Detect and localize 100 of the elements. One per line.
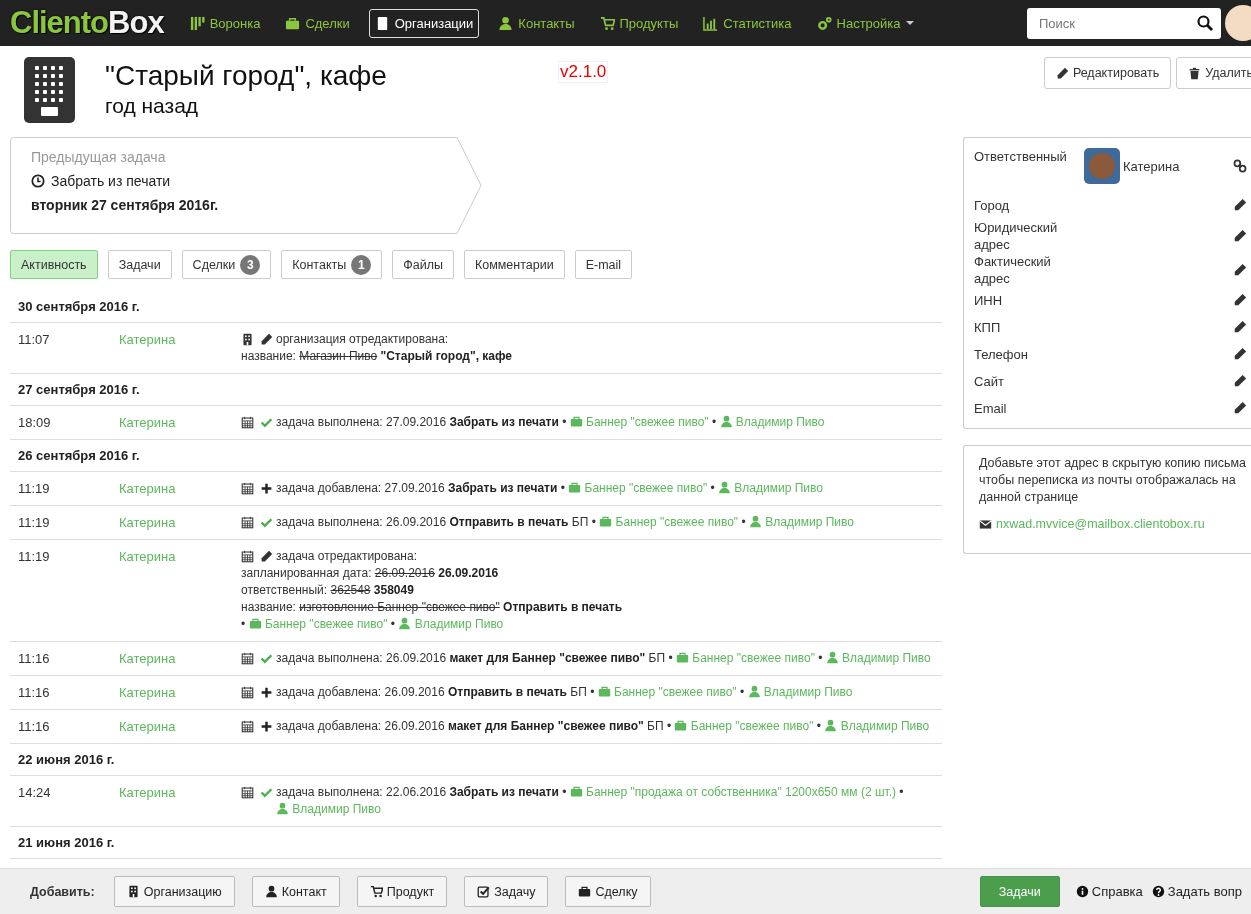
contact-link[interactable]: Владимир Пиво [749, 515, 854, 529]
field-value: Катерина [1123, 158, 1180, 174]
nav-item[interactable]: Продукты [593, 8, 685, 38]
briefcase-icon [597, 685, 611, 698]
calendar-icon [241, 482, 254, 495]
briefcase-icon [569, 785, 583, 798]
time-cell-text: 11:19 [18, 480, 51, 497]
logo[interactable]: ClientoBox [10, 5, 164, 41]
user-icon [276, 802, 289, 815]
tab[interactable]: Комментарии [463, 250, 565, 279]
nav-item[interactable]: Воронка [183, 8, 267, 38]
activity-text: задача выполнена: 27.09.2016 Забрать из печати • Баннер "свежее пиво" • Владимир Пиво [276, 414, 826, 431]
user-icon [825, 651, 839, 664]
activity-text: задача отредактирована: [276, 548, 418, 565]
tasks-button[interactable]: Задачи [979, 876, 1060, 907]
pencil-icon [1233, 198, 1247, 212]
add-label: Добавить: [30, 884, 95, 899]
add-button[interactable]: Задачу [464, 876, 549, 907]
pencil-icon [1233, 293, 1247, 307]
count-badge: 1 [351, 254, 372, 275]
time-cell-text: 11:16 [18, 718, 51, 735]
contact-link[interactable]: Владимир Пиво [276, 802, 381, 816]
user-icon [719, 415, 733, 428]
activity-text: задача добавлена: 26.09.2016 Отправить в печать БП • Баннер "свежее пиво" • Владимир Пиво [276, 684, 854, 701]
activity-text: название: Магазин Пиво "Старый город", кафе [241, 349, 513, 363]
tab[interactable]: E-mail [574, 250, 633, 279]
plus-icon [260, 482, 273, 495]
tab[interactable]: Сделки 3 [181, 250, 272, 279]
tab[interactable]: Задачи [107, 250, 172, 279]
tab[interactable]: Файлы [392, 250, 454, 279]
nav-item[interactable]: Сделки [279, 8, 356, 38]
search-field[interactable]: Поиск [1027, 7, 1221, 39]
bars-icon [189, 15, 205, 31]
user-icon [749, 515, 762, 528]
link-icon [1233, 159, 1247, 173]
user-link[interactable]: Катерина [119, 651, 176, 666]
contact-link[interactable]: Владимир Пиво [719, 415, 825, 429]
tab[interactable]: Контакты 1 [281, 250, 383, 279]
pencil-icon [1233, 401, 1247, 415]
add-button[interactable]: Контакт [251, 876, 340, 907]
card-heading: Предыдущая задача [31, 149, 167, 165]
calendar-icon [241, 686, 254, 699]
pencil-icon [1233, 374, 1247, 388]
nav-item[interactable]: Организации [368, 8, 480, 38]
user-icon [718, 481, 732, 494]
deal-link[interactable]: Баннер "свежее пиво" [599, 515, 739, 529]
field-label: ИНН [974, 292, 1004, 309]
nav-item[interactable]: Настройка [810, 8, 920, 38]
field-label: Email [974, 400, 1008, 417]
time-cell-text: 11:19 [18, 514, 51, 531]
add-button[interactable]: Организацию [113, 876, 235, 907]
avatar [1084, 148, 1120, 184]
date-heading: 30 сентября 2016 г. [18, 299, 140, 314]
time-cell-text: 14:24 [18, 784, 52, 802]
contact-link[interactable]: Владимир Пиво [825, 651, 931, 665]
deal-link[interactable]: Баннер "свежее пиво" [675, 651, 815, 665]
contact-link[interactable]: Владимир Пиво [398, 617, 504, 631]
date-heading: 21 июня 2016 г. [18, 835, 115, 850]
user-link[interactable]: Катерина [119, 549, 176, 564]
activity-text: • Баннер "свежее пиво" • Владимир Пиво [241, 617, 504, 631]
briefcase-icon [578, 885, 592, 898]
pencil-icon [1233, 228, 1247, 243]
check-icon [260, 416, 273, 429]
nav-item[interactable]: Контакты [492, 8, 581, 38]
field-label: Город [974, 197, 1011, 214]
deal-link[interactable]: Баннер "свежее пиво" [569, 415, 709, 429]
deal-link[interactable]: Баннер "свежее пиво" [568, 481, 708, 495]
avatar[interactable] [1225, 5, 1251, 41]
briefcase-icon [569, 415, 583, 428]
contact-link[interactable]: Владимир Пиво [718, 481, 823, 495]
user-link[interactable]: Катерина [119, 332, 176, 347]
nav-item[interactable]: Статистика [697, 8, 798, 38]
pencil-icon [1233, 262, 1247, 277]
time-cell-text: 11:16 [18, 684, 51, 701]
user-link[interactable]: Катерина [119, 785, 176, 800]
email-link[interactable]: nxwad.mvvice@mailbox.clientobox.ru [996, 516, 1205, 533]
activity-text: задача добавлена: 26.09.2016 макет для Баннер "свежее пиво" БП • Баннер "свежее пиво" • Владимир Пиво [276, 718, 931, 735]
user-link[interactable]: Катерина [119, 415, 176, 430]
question-link[interactable]: Задать вопр [1151, 884, 1242, 899]
user-icon [498, 15, 514, 31]
deal-link[interactable]: Баннер "свежее пиво" [248, 617, 388, 631]
user-link[interactable]: Катерина [119, 481, 176, 496]
user-link[interactable]: Катерина [119, 685, 176, 700]
deal-link[interactable]: Баннер "свежее пиво" [597, 685, 737, 699]
calendar-icon [241, 786, 254, 799]
contact-link[interactable]: Владимир Пиво [824, 719, 930, 733]
plus-icon [260, 686, 273, 699]
deal-link[interactable]: Баннер "продажа от собственника" 1200x650 мм (2 шт.) [569, 785, 896, 799]
add-button[interactable]: Продукт [356, 876, 448, 907]
add-button[interactable]: Сделку [565, 876, 651, 907]
edit-button[interactable]: Редактировать [1043, 57, 1172, 89]
tab[interactable]: Активность [10, 250, 98, 279]
help-link[interactable]: Справка [1075, 884, 1143, 899]
deal-link[interactable]: Баннер "свежее пиво" [674, 719, 814, 733]
user-link[interactable]: Катерина [119, 719, 176, 734]
contact-link[interactable]: Владимир Пиво [747, 685, 853, 699]
gears-icon [816, 15, 832, 31]
briefcase-icon [675, 651, 689, 664]
user-link[interactable]: Катерина [119, 515, 176, 530]
activity-text: задача выполнена: 22.06.2016 Забрать из печати • Баннер "продажа от собственника" 1200x650 мм (2 шт.) • Владимир Пиво [276, 784, 905, 818]
